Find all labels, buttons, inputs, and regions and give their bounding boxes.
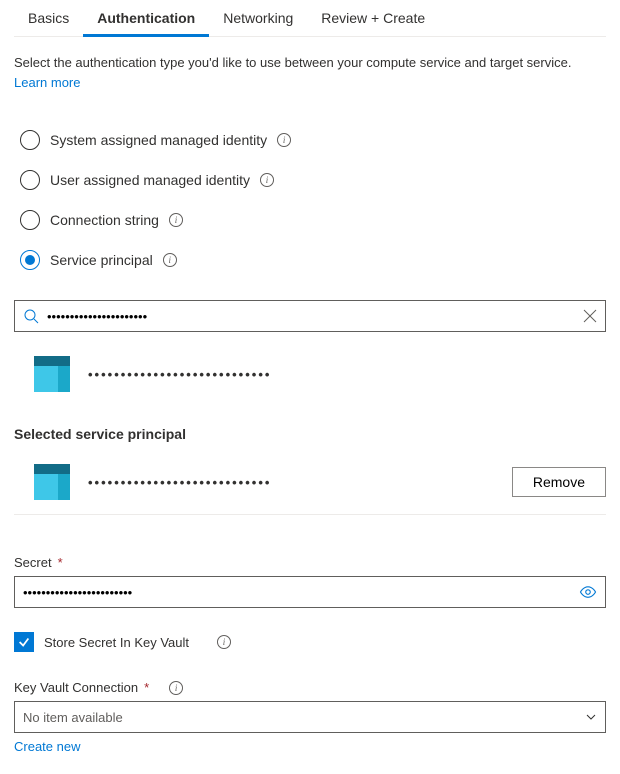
radio-icon xyxy=(20,130,40,150)
description-body: Select the authentication type you'd lik… xyxy=(14,55,571,70)
radio-user-identity[interactable]: User assigned managed identity i xyxy=(20,160,606,200)
radio-icon xyxy=(20,170,40,190)
radio-label: Connection string xyxy=(50,212,159,228)
reveal-icon[interactable] xyxy=(579,583,597,601)
radio-label: User assigned managed identity xyxy=(50,172,250,188)
auth-type-radiogroup: System assigned managed identity i User … xyxy=(14,120,606,280)
search-result-item[interactable]: •••••••••••••••••••••••••••• xyxy=(14,346,606,402)
secret-input-wrap[interactable] xyxy=(14,576,606,608)
tab-authentication[interactable]: Authentication xyxy=(83,0,209,37)
radio-icon xyxy=(20,250,40,270)
info-icon[interactable]: i xyxy=(217,635,231,649)
selected-principal-row: •••••••••••••••••••••••••••• Remove xyxy=(14,450,606,515)
tab-networking[interactable]: Networking xyxy=(209,0,307,37)
tab-review-create[interactable]: Review + Create xyxy=(307,0,439,37)
checkbox-label: Store Secret In Key Vault xyxy=(44,635,189,650)
create-new-link[interactable]: Create new xyxy=(14,739,80,754)
remove-button[interactable]: Remove xyxy=(512,467,606,497)
radio-connection-string[interactable]: Connection string i xyxy=(20,200,606,240)
service-principal-search[interactable] xyxy=(14,300,606,332)
required-indicator: * xyxy=(144,680,149,695)
search-input[interactable] xyxy=(47,309,575,324)
app-icon xyxy=(34,356,70,392)
keyvault-connection-select[interactable]: No item available xyxy=(14,701,606,733)
description-text: Select the authentication type you'd lik… xyxy=(14,53,606,92)
secret-label: Secret * xyxy=(14,555,606,570)
chevron-down-icon xyxy=(585,711,597,723)
selected-principal-heading: Selected service principal xyxy=(14,426,606,442)
radio-label: Service principal xyxy=(50,252,153,268)
info-icon[interactable]: i xyxy=(260,173,274,187)
select-placeholder: No item available xyxy=(23,710,123,725)
radio-icon xyxy=(20,210,40,230)
secret-input[interactable] xyxy=(23,585,579,600)
check-icon xyxy=(17,635,31,649)
info-icon[interactable]: i xyxy=(163,253,177,267)
store-in-keyvault-checkbox[interactable] xyxy=(14,632,34,652)
learn-more-link[interactable]: Learn more xyxy=(14,75,80,90)
search-icon xyxy=(23,308,39,324)
info-icon[interactable]: i xyxy=(169,213,183,227)
radio-system-identity[interactable]: System assigned managed identity i xyxy=(20,120,606,160)
info-icon[interactable]: i xyxy=(277,133,291,147)
tab-basics[interactable]: Basics xyxy=(14,0,83,37)
store-in-keyvault-row: Store Secret In Key Vault i xyxy=(14,632,606,652)
radio-label: System assigned managed identity xyxy=(50,132,267,148)
tabs: Basics Authentication Networking Review … xyxy=(14,0,606,37)
result-name: •••••••••••••••••••••••••••• xyxy=(88,367,271,382)
required-indicator: * xyxy=(58,555,63,570)
keyvault-connection-label: Key Vault Connection * i xyxy=(14,680,606,695)
clear-icon[interactable] xyxy=(583,309,597,323)
app-icon xyxy=(34,464,70,500)
info-icon[interactable]: i xyxy=(169,681,183,695)
radio-service-principal[interactable]: Service principal i xyxy=(20,240,606,280)
selected-name: •••••••••••••••••••••••••••• xyxy=(88,475,271,490)
